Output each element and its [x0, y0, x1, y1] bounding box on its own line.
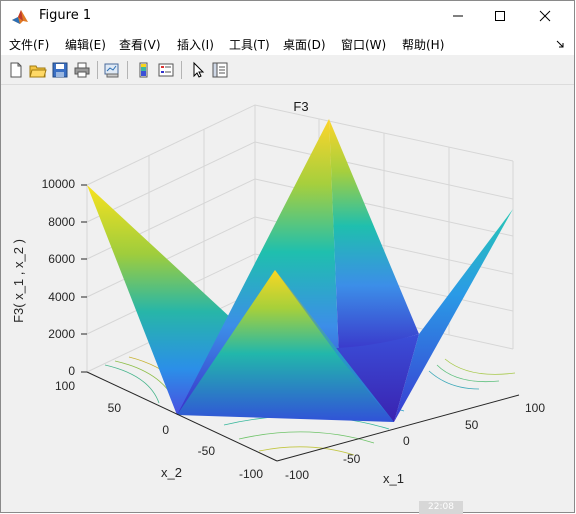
open-file-icon[interactable] [29, 61, 47, 79]
close-button[interactable] [522, 1, 568, 31]
surface-right-face [394, 209, 513, 422]
link-plot-icon[interactable] [103, 61, 121, 79]
z-tick-label: 0 [68, 364, 75, 378]
toolbar-separator [127, 61, 128, 79]
x-tick-label: 0 [403, 434, 410, 448]
z-axis-label: F3( x_1 , x_2 ) [11, 239, 26, 323]
toolbar [1, 56, 574, 85]
status-ghost-label: 22:08 [419, 501, 463, 514]
close-icon [539, 10, 551, 22]
menu-edit[interactable]: 编辑(E) [65, 36, 106, 53]
save-icon[interactable] [51, 61, 69, 79]
x-tick-label: -100 [285, 468, 309, 482]
surface-plot[interactable]: F3 0 2000 4000 6000 8000 10000 F3( x_1 ,… [9, 89, 569, 506]
figure-window: Figure 1 文件(F) 编辑(E) 查看(V) 插入(I) 工具(T) 桌… [0, 0, 575, 514]
y-tick-label: 0 [162, 423, 169, 437]
matlab-logo-icon [12, 10, 28, 24]
y-tick-label: 100 [55, 379, 75, 393]
y-tick-label: -50 [198, 444, 216, 458]
z-tick-label: 10000 [42, 177, 76, 191]
legend-icon[interactable] [157, 61, 175, 79]
z-tick-label: 8000 [48, 215, 75, 229]
dock-arrow-icon[interactable] [555, 39, 565, 49]
menu-view[interactable]: 查看(V) [119, 36, 161, 53]
print-icon[interactable] [73, 61, 91, 79]
z-tick-label: 2000 [48, 327, 75, 341]
x-axis-label: x_1 [383, 471, 404, 486]
minimize-icon [453, 15, 463, 17]
x-tick-label: 50 [465, 418, 479, 432]
x-tick-label: 100 [525, 401, 545, 415]
menu-bar: 文件(F) 编辑(E) 查看(V) 插入(I) 工具(T) 桌面(D) 窗口(W… [1, 33, 574, 55]
pointer-icon[interactable] [189, 61, 207, 79]
title-bar[interactable]: Figure 1 [1, 1, 574, 33]
toolbar-separator [181, 61, 182, 79]
menu-insert[interactable]: 插入(I) [177, 36, 214, 53]
toolbar-separator [97, 61, 98, 79]
new-figure-icon[interactable] [7, 61, 25, 79]
menu-desktop[interactable]: 桌面(D) [283, 36, 326, 53]
maximize-icon [495, 11, 505, 21]
chart-title: F3 [293, 99, 308, 114]
z-tick-label: 4000 [48, 290, 75, 304]
minimize-button[interactable] [435, 1, 481, 31]
y-tick-label: -100 [239, 467, 263, 481]
figure-canvas[interactable]: F3 0 2000 4000 6000 8000 10000 F3( x_1 ,… [9, 89, 569, 506]
menu-window[interactable]: 窗口(W) [341, 36, 386, 53]
y-axis-label: x_2 [161, 465, 182, 480]
colorbar-icon[interactable] [135, 61, 153, 79]
maximize-button[interactable] [477, 1, 523, 31]
window-title: Figure 1 [39, 8, 92, 23]
menu-help[interactable]: 帮助(H) [402, 36, 444, 53]
z-tick-label: 6000 [48, 252, 75, 266]
x-tick-label: -50 [343, 452, 361, 466]
surface-back-right-face [329, 119, 419, 357]
y-tick-label: 50 [108, 401, 122, 415]
menu-file[interactable]: 文件(F) [9, 36, 49, 53]
menu-tools[interactable]: 工具(T) [229, 36, 270, 53]
property-inspector-icon[interactable] [211, 61, 229, 79]
